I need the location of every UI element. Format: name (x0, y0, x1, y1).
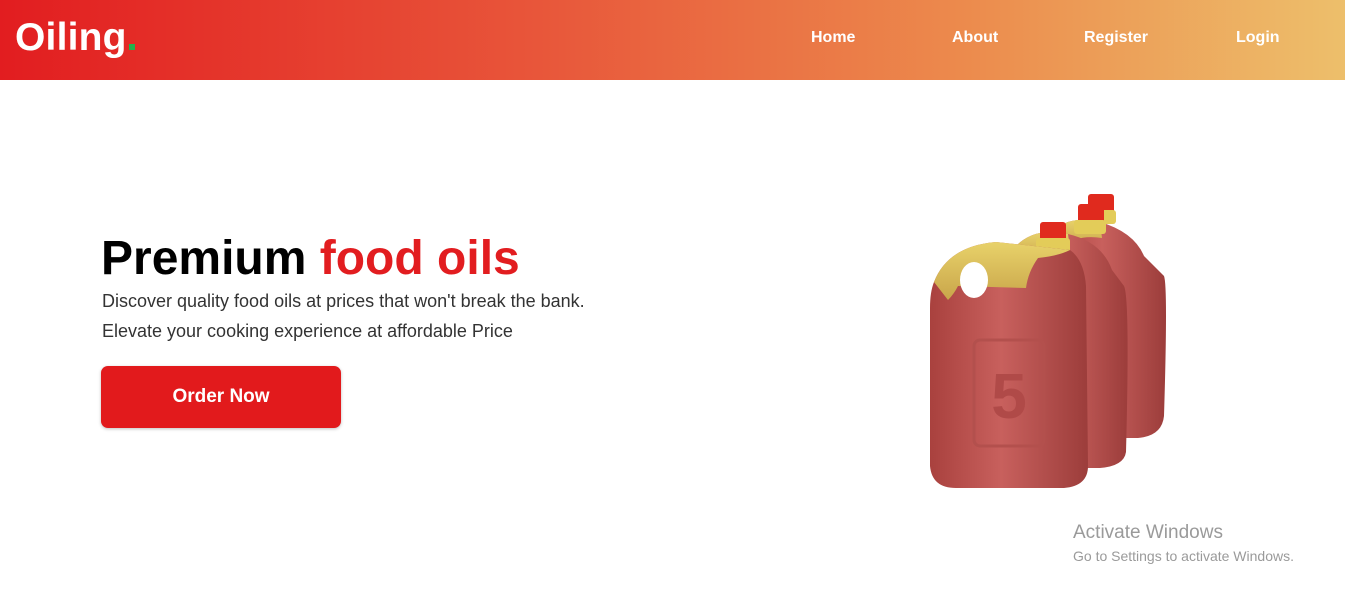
hero-description-line-1: Discover quality food oils at prices tha… (102, 291, 585, 311)
watermark-title: Activate Windows (1073, 522, 1223, 543)
hero-title-plain: Premium (101, 232, 307, 285)
brand-logo[interactable]: Oiling (15, 14, 135, 62)
nav-login-link[interactable]: Login (1236, 29, 1280, 47)
watermark-subtitle: Go to Settings to activate Windows. (1073, 548, 1294, 564)
brand-dot-icon (128, 44, 135, 50)
can-size-label: 5 (991, 360, 1027, 432)
brand-name: Oiling (15, 16, 127, 59)
nav-home-link[interactable]: Home (811, 29, 855, 47)
order-now-button[interactable]: Order Now (101, 366, 341, 428)
front-jerrycan: 5 (930, 222, 1088, 488)
oil-jerrycans-image: 5 (930, 194, 1166, 488)
hero-description-line-2: Elevate your cooking experience at affor… (102, 321, 513, 341)
hero-title-accent: food oils (319, 232, 520, 285)
nav-about-link[interactable]: About (952, 29, 998, 47)
hero-title: Premium food oils (101, 231, 520, 287)
activate-windows-watermark: Activate Windows Go to Settings to activ… (1073, 522, 1294, 565)
nav-register-link[interactable]: Register (1084, 29, 1148, 47)
top-navbar: Oiling Home About Register Login (0, 0, 1345, 80)
